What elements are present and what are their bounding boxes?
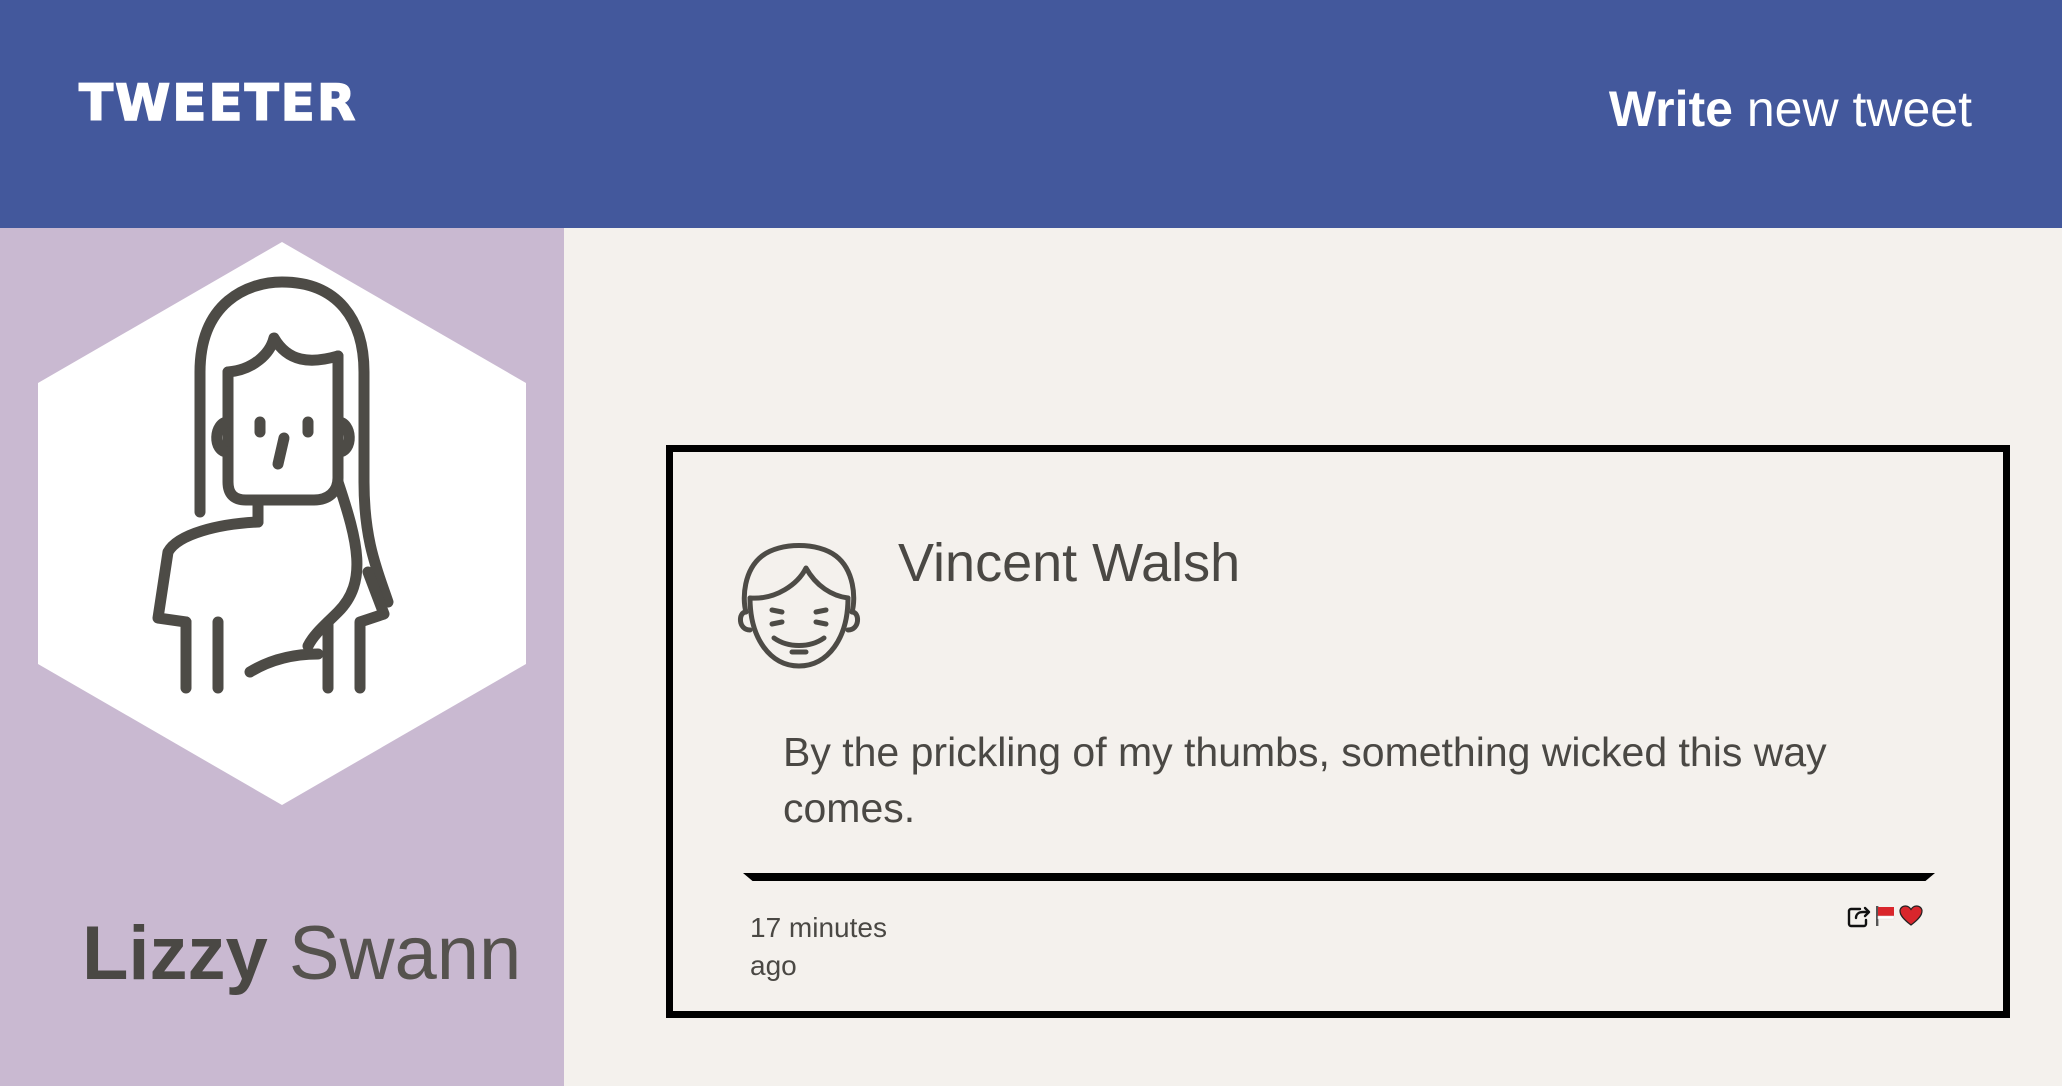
tweet-timestamp: 17 minutes ago	[750, 912, 887, 981]
write-label-rest: new tweet	[1732, 81, 1972, 137]
profile-first-name: Lizzy	[82, 911, 268, 996]
profile-sidebar: Lizzy Swann	[0, 228, 564, 1086]
profile-avatar-hexagon	[38, 242, 526, 805]
man-avatar-icon	[738, 543, 860, 669]
profile-last-name: Swann	[267, 911, 522, 996]
tweet-author-name[interactable]: Vincent Walsh	[898, 532, 1240, 594]
flag-icon[interactable]	[1873, 904, 1897, 928]
write-new-tweet-link[interactable]: Write new tweet	[1609, 84, 1972, 134]
retweet-icon[interactable]	[1847, 904, 1871, 928]
tweet-divider	[743, 873, 1935, 881]
heart-icon[interactable]	[1899, 904, 1923, 928]
site-logo[interactable]: TWEETER	[78, 77, 357, 129]
tweet-card: Vincent Walsh By the prickling of my thu…	[666, 445, 2010, 1018]
write-label-strong: Write	[1608, 81, 1733, 137]
site-header: TWEETER Write new tweet	[0, 0, 2062, 228]
tweet-text: By the prickling of my thumbs, something…	[783, 729, 1827, 831]
tweet-actions	[1847, 904, 1923, 928]
profile-name: Lizzy Swann	[82, 916, 521, 992]
